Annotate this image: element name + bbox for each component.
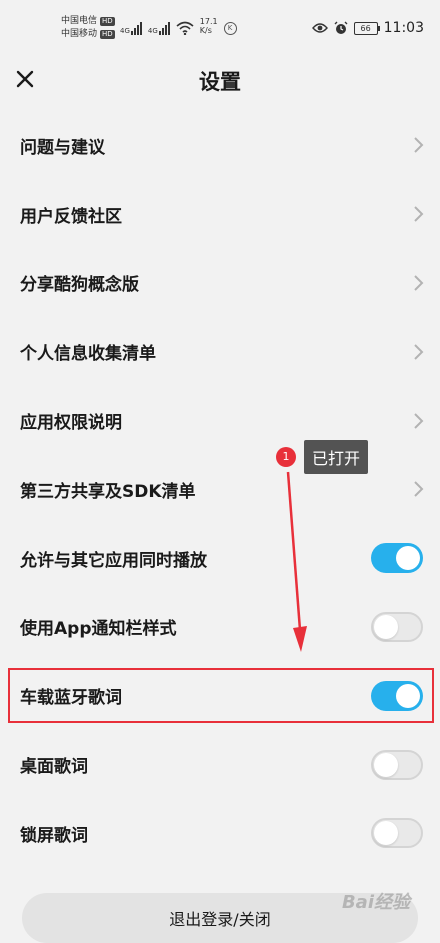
notification-style-toggle[interactable]: [371, 611, 423, 642]
row-label: 锁屏歌词: [20, 825, 88, 846]
settings-row-concurrent-play: 允许与其它应用同时播放: [0, 524, 440, 593]
row-label: 分享酷狗概念版: [20, 275, 139, 296]
settings-row-car-bluetooth-lyrics: 车载蓝牙歌词: [0, 661, 440, 730]
settings-row-personal-info[interactable]: 个人信息收集清单: [0, 317, 440, 386]
net-speed-unit: K/s: [199, 26, 212, 35]
toggle-knob: [374, 752, 398, 777]
hd-badge: HD: [100, 17, 115, 26]
toggle-knob: [374, 614, 398, 639]
carrier-2-label: 中国移动: [61, 29, 98, 39]
row-label: 使用App通知栏样式: [20, 619, 177, 640]
settings-row-feedback[interactable]: 问题与建议: [0, 111, 440, 180]
row-label: 用户反馈社区: [20, 206, 122, 227]
signal-label: 4G: [120, 27, 130, 35]
watermark: Bai经验: [341, 892, 410, 913]
settings-row-lockscreen-lyrics: 锁屏歌词: [0, 799, 440, 868]
chevron-right-icon: [414, 481, 424, 498]
status-bar: 中国电信 HD 中国移动 HD 4G 4G 17.1 K/s K 66 11:0…: [0, 0, 440, 56]
signal-group: 4G 4G 17.1 K/s K: [120, 17, 237, 35]
settings-row-sdk-list[interactable]: 第三方共享及SDK清单: [0, 455, 440, 524]
net-speed-value: 17.1: [199, 17, 218, 26]
signal-label: 4G: [147, 27, 158, 35]
toggle-knob: [396, 683, 420, 708]
carrier-1-label: 中国电信: [61, 16, 98, 26]
hd-badge: HD: [100, 30, 115, 39]
header: 设置: [0, 56, 440, 106]
car-bluetooth-lyrics-toggle[interactable]: [371, 680, 423, 711]
carrier-info: 中国电信 HD 中国移动 HD: [61, 15, 115, 41]
lockscreen-lyrics-toggle[interactable]: [371, 818, 423, 849]
row-label: 车载蓝牙歌词: [20, 688, 122, 709]
settings-row-notification-style: 使用App通知栏样式: [0, 593, 440, 662]
cell-signal-icon: 4G: [148, 21, 170, 35]
status-right: 66 11:03: [311, 20, 424, 36]
k-icon: K: [223, 22, 237, 35]
cell-signal-icon: 4G: [120, 21, 142, 35]
annotation-badge: 1: [276, 447, 296, 467]
status-time: 11:03: [383, 20, 424, 36]
row-label: 应用权限说明: [20, 413, 122, 434]
row-label: 允许与其它应用同时播放: [20, 550, 207, 571]
toggle-knob: [374, 821, 398, 846]
chevron-right-icon: [414, 275, 424, 291]
eye-icon: [311, 23, 328, 33]
annotation-label: 已打开: [304, 440, 369, 474]
settings-list: 问题与建议 用户反馈社区 分享酷狗概念版 个人信息收集清单 应用权限说明 第三方…: [0, 111, 440, 868]
battery-icon: 66: [353, 21, 380, 35]
settings-row-community[interactable]: 用户反馈社区: [0, 180, 440, 249]
chevron-right-icon: [414, 344, 424, 360]
row-label: 第三方共享及SDK清单: [20, 481, 196, 502]
annotation-callout: 1 已打开: [276, 440, 369, 474]
alarm-icon: [334, 21, 348, 34]
concurrent-play-toggle[interactable]: [371, 543, 423, 574]
settings-row-permissions[interactable]: 应用权限说明: [0, 386, 440, 455]
chevron-right-icon: [414, 137, 424, 154]
row-label: 桌面歌词: [20, 757, 88, 778]
net-speed: 17.1 K/s: [200, 17, 218, 35]
row-label: 问题与建议: [20, 137, 105, 158]
chevron-right-icon: [414, 412, 424, 429]
settings-row-share[interactable]: 分享酷狗概念版: [0, 249, 440, 318]
desktop-lyrics-toggle[interactable]: [371, 749, 423, 780]
page-title: 设置: [199, 70, 241, 94]
chevron-right-icon: [414, 206, 424, 222]
row-label: 个人信息收集清单: [20, 344, 156, 365]
toggle-knob: [396, 546, 420, 571]
wifi-icon: [176, 21, 194, 35]
settings-row-desktop-lyrics: 桌面歌词: [0, 730, 440, 799]
